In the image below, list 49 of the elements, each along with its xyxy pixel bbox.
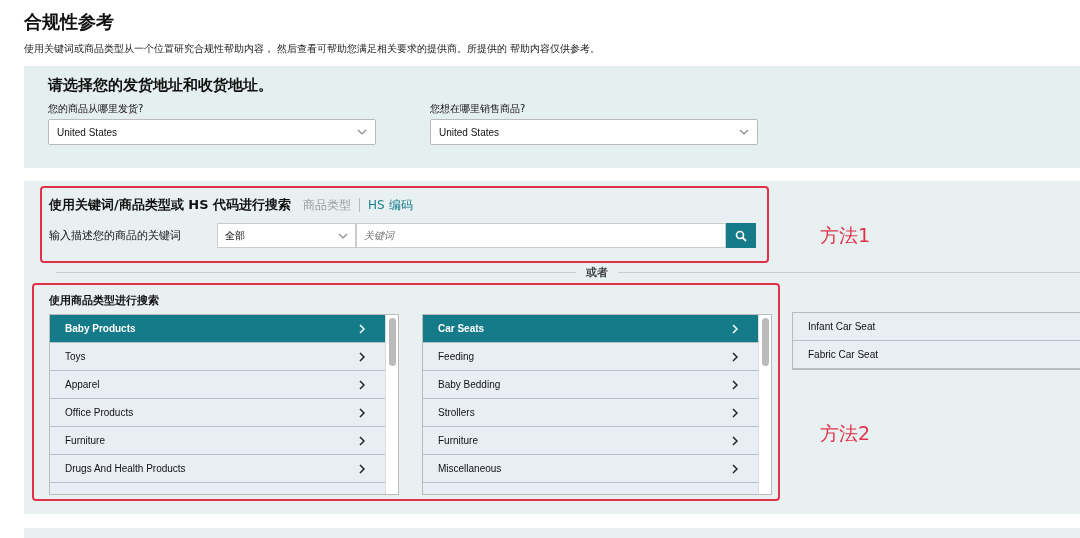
- chevron-right-icon: [732, 323, 738, 334]
- section-title: 使用关键词/商品类型或 HS 代码进行搜索: [49, 196, 292, 214]
- category-item[interactable]: Car Seats: [423, 315, 758, 343]
- category-item[interactable]: Furniture: [50, 427, 385, 455]
- category-item[interactable]: Toys: [50, 343, 385, 371]
- search-mode-tab[interactable]: HS 编码: [368, 196, 413, 214]
- chevron-right-icon: [732, 407, 738, 418]
- chevron-down-icon: [338, 232, 348, 239]
- search-icon: [735, 229, 747, 242]
- chevron-right-icon: [359, 323, 365, 334]
- keyword-input[interactable]: 关键词: [356, 223, 726, 248]
- annotation-label: 方法1: [820, 223, 871, 248]
- section-title: 使用商品类型进行搜索: [49, 293, 159, 308]
- category-item[interactable]: Infant Car Seat: [793, 313, 1080, 341]
- category-item[interactable]: Feeding: [423, 343, 758, 371]
- category-item[interactable]: Apparel: [50, 371, 385, 399]
- chevron-right-icon: [359, 463, 365, 474]
- chevron-right-icon: [359, 407, 365, 418]
- chevron-right-icon: [359, 379, 365, 390]
- category-item[interactable]: Miscellaneous: [423, 455, 758, 483]
- category-item[interactable]: Baby Bedding: [423, 371, 758, 399]
- chevron-right-icon: [359, 351, 365, 362]
- category-dropdown[interactable]: 全部: [217, 223, 356, 248]
- divider-text: 或者: [586, 265, 608, 280]
- country-dropdown[interactable]: United States: [48, 119, 376, 145]
- category-item[interactable]: Drugs And Health Products: [50, 455, 385, 483]
- chevron-right-icon: [732, 351, 738, 362]
- category-item[interactable]: Baby Products: [50, 315, 385, 343]
- chevron-right-icon: [732, 435, 738, 446]
- category-item[interactable]: Fabric Car Seat: [793, 341, 1080, 369]
- category-item[interactable]: Office Products: [50, 399, 385, 427]
- chevron-right-icon: [732, 463, 738, 474]
- chevron-right-icon: [732, 379, 738, 390]
- category-item[interactable]: Furniture: [423, 427, 758, 455]
- annotation-label: 方法2: [820, 421, 871, 446]
- page-description: 使用关键词或商品类型从一个位置研究合规性帮助内容， 然后查看可帮助您满足相关要求的提供商。所提供的 帮助内容仅供参考。: [24, 42, 601, 56]
- keyword-label: 输入描述您的商品的关键词: [49, 228, 182, 243]
- page-title: 合规性参考: [24, 10, 114, 34]
- category-item[interactable]: Strollers: [423, 399, 758, 427]
- field-label: 您的商品从哪里发货?: [48, 102, 144, 116]
- chevron-down-icon: [357, 129, 367, 135]
- chevron-right-icon: [359, 435, 365, 446]
- country-dropdown[interactable]: United States: [430, 119, 758, 145]
- panel-title: 请选择您的发货地址和收货地址。: [48, 76, 273, 95]
- scrollbar[interactable]: [385, 315, 398, 494]
- scrollbar[interactable]: [758, 315, 771, 494]
- chevron-down-icon: [739, 129, 749, 135]
- field-label: 您想在哪里销售商品?: [430, 102, 526, 116]
- search-button[interactable]: [726, 223, 756, 248]
